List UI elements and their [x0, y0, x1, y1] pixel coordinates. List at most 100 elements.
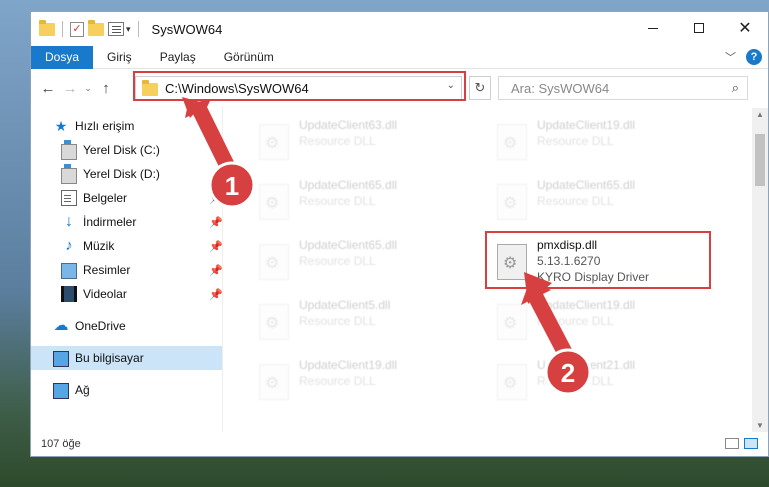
search-placeholder: Ara: SysWOW64	[511, 80, 610, 96]
minimize-button[interactable]	[630, 12, 676, 44]
file-item[interactable]: UpdateClient19.dll Resource DLL	[239, 354, 459, 410]
toolbar-divider	[62, 21, 63, 37]
quick-access-toolbar: ✓ ▾	[39, 20, 142, 37]
file-name: UpdateClient65.dll	[299, 178, 398, 192]
file-name: UpdateClient19.dll	[537, 118, 636, 132]
file-description: Resource DLL	[299, 194, 376, 208]
scroll-down-arrow-icon[interactable]: ▼	[752, 421, 768, 430]
pin-icon[interactable]: 📌	[209, 288, 223, 301]
back-arrow-icon[interactable]: ←	[37, 80, 59, 97]
scroll-up-arrow-icon[interactable]: ▲	[752, 110, 768, 119]
folder-icon	[39, 20, 55, 37]
file-description: Resource DLL	[299, 314, 376, 328]
sidebar-item-local-disk-d[interactable]: Yerel Disk (D:) 📌	[31, 162, 223, 186]
file-name: UpdateClient19.dll	[537, 298, 636, 312]
file-item[interactable]: UpdateClient65.dll Resource DLL	[477, 174, 697, 230]
file-highlight-box	[485, 231, 711, 289]
search-icon[interactable]: ⌕	[732, 80, 739, 96]
help-icon[interactable]: ?	[746, 49, 762, 65]
sidebar-item-onedrive[interactable]: ☁ OneDrive	[31, 314, 223, 338]
title-bar: ✓ ▾ SysWOW64 ✕	[31, 12, 768, 46]
customize-qat-chevron-icon[interactable]: ▾	[126, 24, 131, 35]
sidebar-item-this-pc[interactable]: Bu bilgisayar	[31, 346, 223, 370]
ribbon-right-controls: ﹀ ?	[725, 49, 762, 65]
window-controls: ✕	[630, 12, 768, 44]
drive-icon	[61, 163, 77, 184]
music-icon: ♪	[65, 237, 73, 254]
tab-dosya[interactable]: Dosya	[31, 45, 94, 69]
large-icons-view-icon[interactable]	[744, 438, 758, 449]
file-list: UpdateClient63.dll Resource DLL UpdateCli…	[223, 108, 768, 432]
cloud-icon: ☁	[53, 317, 69, 334]
close-button[interactable]: ✕	[722, 12, 768, 44]
file-name: UpdateClient63.dll	[299, 118, 398, 132]
tab-gorunum[interactable]: Görünüm	[210, 46, 288, 69]
sidebar-item-downloads[interactable]: ↓ İndirmeler 📌	[31, 210, 223, 234]
sidebar-item-label: Yerel Disk (C:)	[83, 143, 160, 157]
details-view-icon[interactable]	[725, 438, 739, 449]
pin-icon[interactable]: 📌	[209, 192, 223, 205]
sidebar-item-label: Yerel Disk (D:)	[83, 167, 160, 181]
pin-icon[interactable]: 📌	[209, 240, 223, 253]
forward-arrow-icon[interactable]: →	[59, 80, 81, 97]
maximize-button[interactable]	[676, 12, 722, 44]
file-name: UpdateClient21.dll	[537, 358, 636, 372]
vertical-scrollbar[interactable]: ▲ ▼	[752, 108, 768, 432]
star-icon: ★	[54, 118, 68, 134]
file-name: UpdateClient65.dll	[299, 238, 398, 252]
file-item[interactable]: UpdateClient65.dll Resource DLL	[239, 174, 459, 230]
properties-icon[interactable]	[108, 22, 124, 36]
file-item[interactable]: UpdateClient21.dll Resource DLL	[477, 354, 697, 410]
address-highlight-box	[133, 71, 466, 101]
sidebar-item-network[interactable]: Ağ	[31, 378, 223, 402]
up-arrow-icon[interactable]: ↑	[95, 80, 117, 97]
dll-file-icon	[259, 304, 289, 340]
file-name: UpdateClient5.dll	[299, 298, 391, 312]
sidebar-item-quick-access[interactable]: ★ Hızlı erişim	[31, 114, 223, 138]
sidebar-item-pictures[interactable]: Resimler 📌	[31, 258, 223, 282]
file-item[interactable]: UpdateClient5.dll Resource DLL	[239, 294, 459, 350]
dll-file-icon	[259, 124, 289, 160]
sidebar-item-music[interactable]: ♪ Müzik 📌	[31, 234, 223, 258]
view-switcher	[725, 438, 758, 449]
sidebar-item-local-disk-c[interactable]: Yerel Disk (C:)	[31, 138, 223, 162]
refresh-button[interactable]: ↻	[469, 76, 491, 100]
scrollbar-thumb[interactable]	[755, 134, 765, 186]
sidebar-item-label: Belgeler	[83, 191, 128, 205]
downloads-icon: ↓	[65, 213, 73, 230]
ribbon-tabs: Dosya Giriş Paylaş Görünüm ﹀ ?	[31, 45, 768, 69]
tab-giris[interactable]: Giriş	[93, 46, 146, 69]
pin-icon[interactable]: 📌	[209, 168, 223, 181]
file-item[interactable]: UpdateClient63.dll Resource DLL	[239, 114, 459, 170]
dll-file-icon	[259, 184, 289, 220]
expand-ribbon-chevron-icon[interactable]: ﹀	[725, 49, 736, 65]
sidebar-item-label: Ağ	[75, 383, 90, 397]
minimize-icon	[648, 27, 658, 29]
dll-file-icon	[259, 364, 289, 400]
file-description: Resource DLL	[537, 374, 614, 388]
videos-icon	[61, 286, 77, 302]
documents-icon	[61, 190, 77, 206]
sidebar-item-label: Videolar	[83, 287, 127, 301]
pin-icon[interactable]: 📌	[209, 264, 223, 277]
check-properties-icon[interactable]: ✓	[70, 21, 84, 37]
dll-file-icon	[497, 304, 527, 340]
tab-paylas[interactable]: Paylaş	[146, 46, 210, 69]
drive-icon	[61, 139, 77, 160]
file-item[interactable]: UpdateClient65.dll Resource DLL	[239, 234, 459, 290]
file-description: Resource DLL	[537, 134, 614, 148]
main-content: ★ Hızlı erişim Yerel Disk (C:) Yerel Dis…	[31, 108, 768, 432]
recent-locations-chevron-icon[interactable]: ⌄	[81, 83, 95, 94]
dll-file-icon	[259, 244, 289, 280]
sidebar-item-documents[interactable]: Belgeler 📌	[31, 186, 223, 210]
pictures-icon	[61, 263, 77, 279]
search-input[interactable]: Ara: SysWOW64 ⌕	[498, 76, 748, 100]
pin-icon[interactable]: 📌	[209, 216, 223, 229]
file-item[interactable]: UpdateClient19.dll Resource DLL	[477, 294, 697, 350]
sidebar-item-label: OneDrive	[75, 319, 126, 333]
sidebar-item-videos[interactable]: Videolar 📌	[31, 282, 223, 306]
new-folder-icon[interactable]	[88, 20, 104, 37]
file-item[interactable]: UpdateClient19.dll Resource DLL	[477, 114, 697, 170]
